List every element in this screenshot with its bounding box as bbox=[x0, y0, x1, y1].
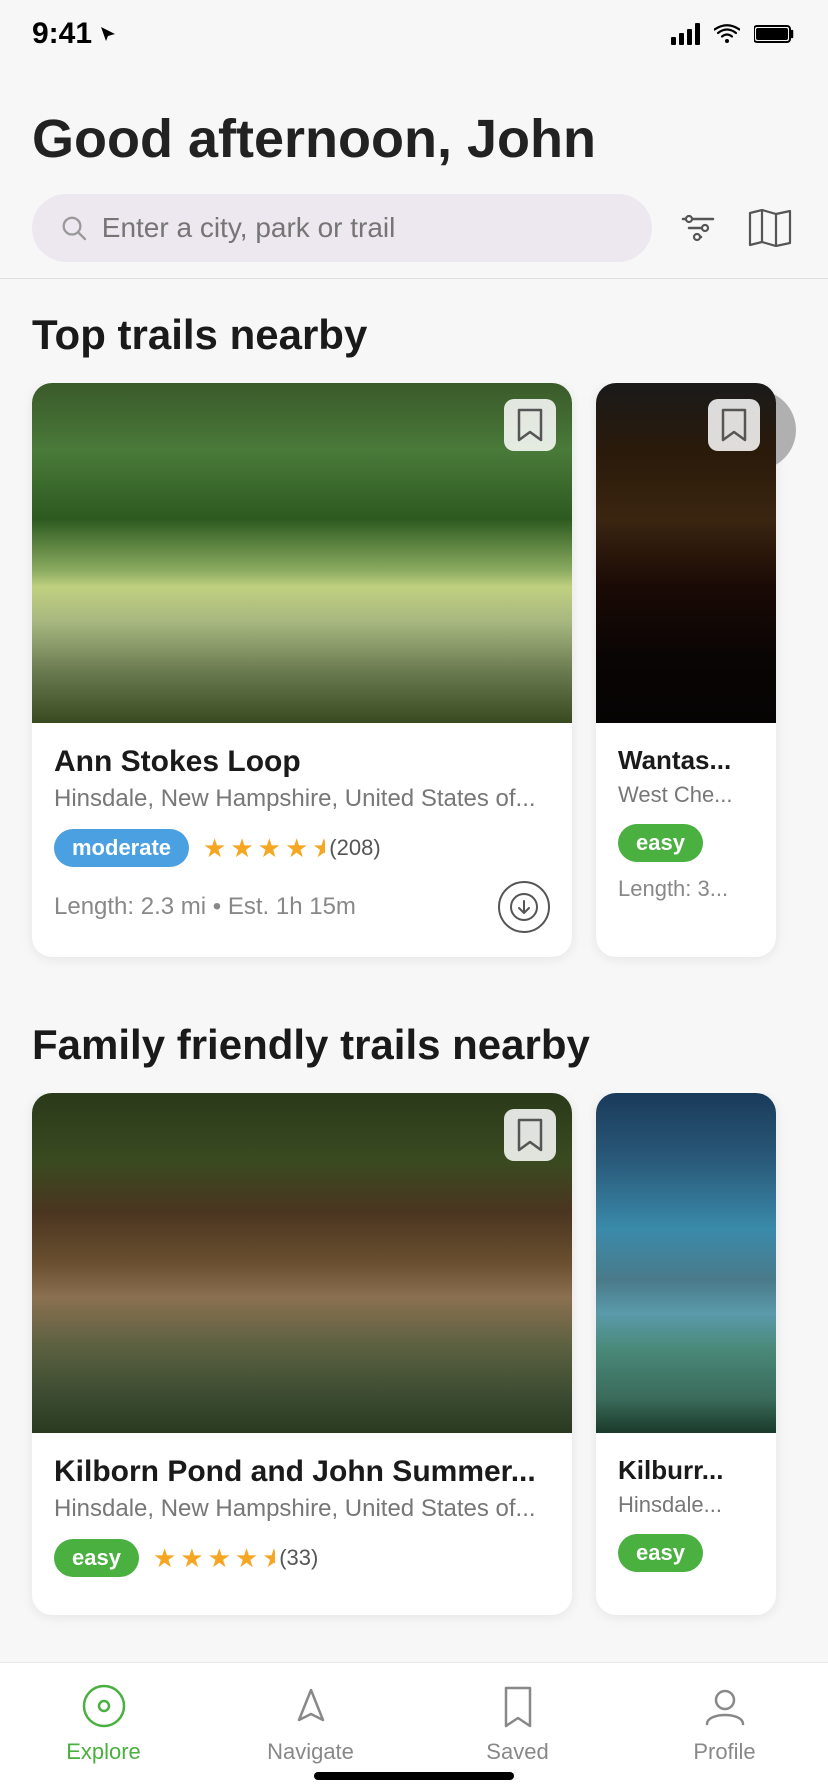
trail-card-wantas[interactable]: Wantas... West Che... easy Length: 3... bbox=[596, 383, 776, 957]
trail-image-wantas bbox=[596, 383, 776, 723]
star-3: ★ bbox=[258, 833, 281, 864]
trail-info-ann-stokes: Ann Stokes Loop Hinsdale, New Hampshire,… bbox=[32, 723, 572, 957]
trail-location-kilborn: Hinsdale, New Hampshire, United States o… bbox=[54, 1495, 550, 1523]
top-trails-scroll[interactable]: Ann Stokes Loop Hinsdale, New Hampshire,… bbox=[0, 383, 828, 989]
trail-stats: Length: 2.3 mi • Est. 1h 15m bbox=[54, 893, 356, 921]
difficulty-badge-kilburn2: easy bbox=[618, 1534, 703, 1572]
trail-sep: • bbox=[213, 893, 228, 920]
star-2: ★ bbox=[230, 833, 253, 864]
bookmark-icon-3 bbox=[516, 1118, 544, 1152]
review-count-kilborn: (33) bbox=[279, 1545, 318, 1571]
search-area bbox=[0, 194, 828, 262]
filter-icon bbox=[679, 209, 717, 247]
bookmark-button-kilborn[interactable] bbox=[504, 1109, 556, 1161]
tab-navigate-label: Navigate bbox=[267, 1739, 354, 1765]
trail-name-wantas: Wantas... bbox=[618, 745, 754, 776]
trail-length-label: Length: bbox=[54, 893, 141, 920]
navigate-svg bbox=[287, 1682, 335, 1730]
saved-svg bbox=[494, 1682, 542, 1730]
trail-stats-row: Length: 2.3 mi • Est. 1h 15m bbox=[54, 881, 550, 933]
tab-profile[interactable]: Profile bbox=[621, 1681, 828, 1765]
trail-location: Hinsdale, New Hampshire, United States o… bbox=[54, 785, 550, 813]
bookmark-icon-2 bbox=[720, 408, 748, 442]
location-arrow-icon bbox=[98, 24, 118, 44]
tab-saved[interactable]: Saved bbox=[414, 1681, 621, 1765]
search-bar[interactable] bbox=[32, 194, 652, 262]
profile-svg bbox=[701, 1682, 749, 1730]
trail-location-kilburn2: Hinsdale... bbox=[618, 1492, 754, 1518]
trail-image-ann-stokes bbox=[32, 383, 572, 723]
bookmark-button-ann-stokes[interactable] bbox=[504, 399, 556, 451]
filter-button[interactable] bbox=[672, 202, 724, 254]
top-trails-section: Top trails nearby Ann Stokes Loop Hinsda… bbox=[0, 279, 828, 989]
profile-icon bbox=[700, 1681, 750, 1731]
tab-explore-label: Explore bbox=[66, 1739, 141, 1765]
tab-explore[interactable]: Explore bbox=[0, 1681, 207, 1765]
status-icons bbox=[671, 23, 796, 45]
trail-info-kilborn: Kilborn Pond and John Summer... Hinsdale… bbox=[32, 1433, 572, 1615]
trail-image-kilburn2 bbox=[596, 1093, 776, 1433]
difficulty-badge: moderate bbox=[54, 829, 189, 867]
status-bar: 9:41 bbox=[0, 0, 828, 60]
explore-svg bbox=[80, 1682, 128, 1730]
home-indicator bbox=[314, 1772, 514, 1780]
family-trails-title: Family friendly trails nearby bbox=[0, 989, 828, 1093]
trail-length: 2.3 mi bbox=[141, 893, 206, 920]
top-trails-title: Top trails nearby bbox=[0, 279, 828, 383]
explore-icon bbox=[79, 1681, 129, 1731]
map-icon bbox=[748, 209, 792, 247]
trail-name-kilburn2: Kilburr... bbox=[618, 1455, 754, 1486]
tab-profile-label: Profile bbox=[693, 1739, 755, 1765]
trail-info-kilburn2: Kilburr... Hinsdale... easy bbox=[596, 1433, 776, 1610]
trail-card-kilburn2[interactable]: Kilburr... Hinsdale... easy bbox=[596, 1093, 776, 1615]
signal-bars bbox=[671, 23, 700, 45]
bookmark-button-wantas[interactable] bbox=[708, 399, 760, 451]
trail-meta-kilborn: easy ★ ★ ★ ★ ★ (33) bbox=[54, 1539, 550, 1577]
trail-location-wantas: West Che... bbox=[618, 782, 754, 808]
star-1: ★ bbox=[203, 833, 226, 864]
saved-icon bbox=[493, 1681, 543, 1731]
trail-image-kilborn bbox=[32, 1093, 572, 1433]
search-input[interactable] bbox=[102, 212, 624, 244]
trail-meta-wantas: easy bbox=[618, 824, 754, 862]
trail-card-ann-stokes[interactable]: Ann Stokes Loop Hinsdale, New Hampshire,… bbox=[32, 383, 572, 957]
family-trails-scroll[interactable]: Kilborn Pond and John Summer... Hinsdale… bbox=[0, 1093, 828, 1647]
trail-card-kilborn[interactable]: Kilborn Pond and John Summer... Hinsdale… bbox=[32, 1093, 572, 1615]
trail-meta-row: moderate ★ ★ ★ ★ ★ (208) bbox=[54, 829, 550, 867]
star-5-half: ★ bbox=[312, 833, 325, 864]
trail-info-wantas: Wantas... West Che... easy Length: 3... bbox=[596, 723, 776, 926]
trail-name-kilborn: Kilborn Pond and John Summer... bbox=[54, 1455, 550, 1489]
difficulty-badge-wantas: easy bbox=[618, 824, 703, 862]
download-icon bbox=[510, 893, 538, 921]
trail-meta-kilburn2: easy bbox=[618, 1534, 754, 1572]
star-rating: ★ ★ ★ ★ ★ (208) bbox=[203, 833, 381, 864]
download-button-ann-stokes[interactable] bbox=[498, 881, 550, 933]
battery-icon bbox=[754, 23, 796, 45]
search-icon bbox=[60, 213, 88, 243]
bookmark-icon bbox=[516, 408, 544, 442]
tab-saved-label: Saved bbox=[486, 1739, 548, 1765]
greeting-section: Good afternoon, John bbox=[0, 60, 828, 194]
star-4: ★ bbox=[285, 833, 308, 864]
wifi-icon bbox=[714, 23, 740, 45]
navigate-icon bbox=[286, 1681, 336, 1731]
family-trails-section: Family friendly trails nearby Kilborn Po… bbox=[0, 989, 828, 1647]
greeting-text: Good afternoon, John bbox=[32, 108, 796, 170]
trail-name: Ann Stokes Loop bbox=[54, 745, 550, 779]
trail-stats-wantas: Length: 3... bbox=[618, 876, 754, 902]
map-button[interactable] bbox=[744, 202, 796, 254]
review-count: (208) bbox=[329, 835, 380, 861]
tab-navigate[interactable]: Navigate bbox=[207, 1681, 414, 1765]
star-rating-kilborn: ★ ★ ★ ★ ★ (33) bbox=[153, 1543, 318, 1574]
trail-time: Est. 1h 15m bbox=[228, 893, 356, 920]
difficulty-badge-kilborn: easy bbox=[54, 1539, 139, 1577]
status-time: 9:41 bbox=[32, 17, 118, 51]
